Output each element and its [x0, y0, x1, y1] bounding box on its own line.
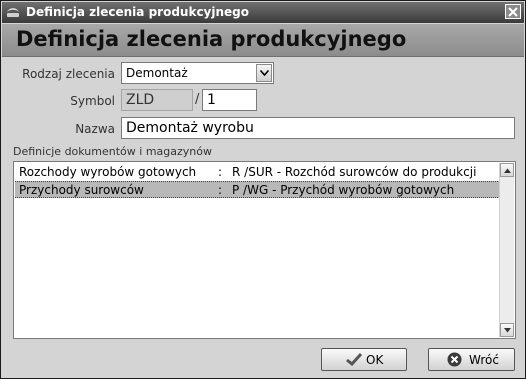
dialog-window: Definicja zlecenia produkcyjnego Definic… — [0, 0, 526, 379]
list-item-colon: : — [218, 183, 223, 197]
ok-button[interactable]: OK — [321, 348, 407, 371]
nazwa-input[interactable]: Demontaż wyrobu — [121, 117, 515, 139]
scroll-up-icon[interactable] — [500, 163, 514, 177]
nazwa-label: Nazwa — [75, 122, 115, 136]
rodzaj-select[interactable]: Demontaż — [121, 62, 274, 84]
app-icon — [6, 6, 20, 18]
rodzaj-value: Demontaż — [126, 66, 188, 80]
cancel-icon — [447, 352, 462, 370]
checkmark-icon — [346, 352, 363, 369]
list-item-name: Rozchody wyrobów gotowych — [19, 165, 197, 179]
back-button[interactable]: Wróć — [428, 348, 515, 371]
list-item-colon: : — [218, 165, 223, 179]
rodzaj-label: Rodzaj zlecenia — [22, 67, 115, 81]
list-item-name: Przychody surowców — [19, 183, 144, 197]
symbol-number-input[interactable]: 1 — [202, 89, 257, 111]
list-item-doc: P /WG - Przychód wyrobów gotowych — [232, 183, 455, 197]
window-title: Definicja zlecenia produkcyjnego — [26, 5, 250, 19]
list-item-selected[interactable]: Przychody surowców : P /WG - Przychód wy… — [15, 181, 500, 198]
close-icon[interactable] — [505, 4, 521, 19]
header-band: Definicja zlecenia produkcyjnego — [2, 24, 524, 57]
back-label: Wróć — [469, 353, 499, 367]
scroll-down-icon[interactable] — [500, 323, 514, 337]
definitions-list[interactable]: Rozchody wyrobów gotowych : R /SUR - Roz… — [13, 161, 516, 339]
symbol-separator: / — [195, 92, 200, 107]
symbol-label: Symbol — [70, 94, 115, 108]
ok-label: OK — [366, 353, 384, 367]
vertical-scrollbar[interactable] — [499, 163, 514, 337]
definitions-label: Definicje dokumentów i magazynów — [13, 145, 212, 158]
symbol-prefix-field: ZLD — [121, 89, 193, 111]
list-item-doc: R /SUR - Rozchód surowców do produkcji — [232, 165, 477, 179]
title-bar[interactable]: Definicja zlecenia produkcyjnego — [2, 2, 524, 23]
chevron-down-icon[interactable] — [256, 64, 272, 82]
page-title: Definicja zlecenia produkcyjnego — [16, 27, 407, 51]
list-item[interactable]: Rozchody wyrobów gotowych : R /SUR - Roz… — [15, 164, 500, 181]
